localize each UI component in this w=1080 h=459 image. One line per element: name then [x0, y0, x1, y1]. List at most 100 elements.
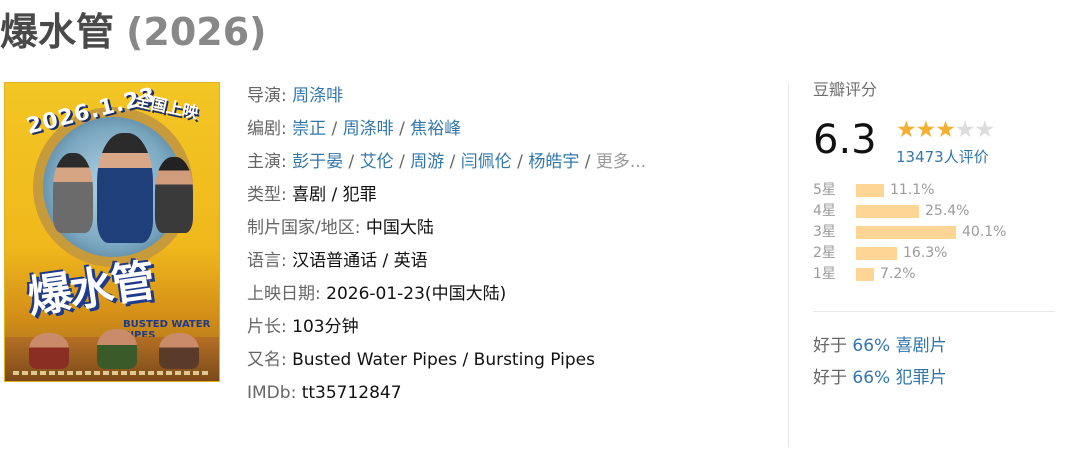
bar-percent: 16.3%: [903, 245, 948, 261]
better-than-row: 好于 66% 喜剧片: [813, 330, 1058, 362]
movie-poster[interactable]: 2026.1.23 全国上映 爆水管 BUSTED WATER PIPES: [4, 82, 220, 382]
poster-credits: [13, 371, 211, 375]
star-icon: ★: [974, 117, 996, 143]
poster-figure-bottom-3: [159, 333, 199, 369]
bar-fill: [856, 226, 956, 239]
cast-more-link[interactable]: 更多...: [596, 152, 646, 172]
vertical-divider: [788, 82, 789, 447]
aka-value: Busted Water Pipes / Bursting Pipes: [292, 350, 596, 370]
rating-distribution: 5星 11.1% 4星 25.4% 3星 40.1% 2星 16.3% 1星 7…: [813, 180, 1058, 285]
bar-row-4: 4星 25.4%: [813, 201, 1058, 222]
bar-fill: [856, 247, 897, 260]
rating-score: 6.3: [813, 117, 877, 163]
language-value: 汉语普通话 / 英语: [292, 251, 428, 271]
runtime-row: 片长: 103分钟: [247, 311, 767, 344]
director-label: 导演: [247, 86, 281, 106]
bar-fill: [856, 268, 874, 281]
country-value: 中国大陆: [365, 218, 434, 238]
cast-label: 主演: [247, 152, 281, 172]
runtime-label: 片长:: [247, 317, 287, 337]
cast-link[interactable]: 杨皓宇: [528, 152, 579, 172]
bar-label: 3星: [813, 224, 836, 240]
cast-link[interactable]: 闫佩伦: [461, 152, 512, 172]
poster-figure-bottom-1: [29, 333, 69, 369]
country-label: 制片国家/地区:: [247, 218, 361, 238]
writer-link[interactable]: 周涤啡: [343, 119, 394, 139]
bar-label: 1星: [813, 266, 836, 282]
bar-fill: [856, 205, 919, 218]
rating-stars: ★★★★★: [896, 116, 996, 144]
writer-link[interactable]: 焦裕峰: [410, 119, 461, 139]
imdb-row: IMDb: tt35712847: [247, 377, 767, 410]
release-row: 上映日期: 2026-01-23(中国大陆): [247, 278, 767, 311]
cast-link[interactable]: 艾伦: [360, 152, 394, 172]
movie-year: (2026): [126, 10, 267, 54]
poster-figure-right: [155, 157, 193, 233]
language-row: 语言: 汉语普通话 / 英语: [247, 245, 767, 278]
language-label: 语言:: [247, 251, 287, 271]
aka-label: 又名:: [247, 350, 287, 370]
poster-figure-left: [53, 153, 93, 233]
genre-value: 喜剧 / 犯罪: [292, 185, 377, 205]
bar-row-1: 1星 7.2%: [813, 264, 1058, 285]
runtime-value: 103分钟: [292, 317, 359, 337]
separator: /: [393, 152, 411, 172]
bar-percent: 7.2%: [880, 266, 916, 282]
cast-row: 主演: 彭于晏 / 艾伦 / 周游 / 闫佩伦 / 杨皓宇 / 更多...: [247, 146, 767, 179]
cast-link[interactable]: 周游: [410, 152, 444, 172]
bar-row-2: 2星 16.3%: [813, 243, 1058, 264]
separator: /: [326, 119, 343, 139]
better-prefix: 好于: [813, 368, 847, 388]
colon: :: [281, 152, 293, 172]
director-link[interactable]: 周涤啡: [292, 86, 343, 106]
colon: :: [281, 86, 293, 106]
separator: /: [343, 152, 360, 172]
separator: /: [444, 152, 461, 172]
better-than-link[interactable]: 66% 喜剧片: [852, 336, 946, 356]
poster-figure-bottom-2: [97, 329, 137, 369]
separator: /: [393, 119, 411, 139]
bar-label: 2星: [813, 245, 836, 261]
votes-link[interactable]: 13473人评价: [896, 146, 989, 167]
writer-link[interactable]: 崇正: [292, 119, 326, 139]
star-icon: ★: [935, 117, 956, 143]
separator: /: [511, 152, 529, 172]
bar-row-5: 5星 11.1%: [813, 180, 1058, 201]
aka-row: 又名: Busted Water Pipes / Bursting Pipes: [247, 344, 767, 377]
better-than-link[interactable]: 66% 犯罪片: [852, 368, 946, 388]
bar-percent: 11.1%: [890, 182, 935, 198]
release-label: 上映日期:: [247, 284, 321, 304]
genre-row: 类型: 喜剧 / 犯罪: [247, 179, 767, 212]
release-value: 2026-01-23(中国大陆): [326, 284, 507, 304]
star-icon: ★: [915, 117, 937, 143]
rating-panel: 豆瓣评分 6.3 ★★★★★ 13473人评价 5星 11.1% 4星 25.4…: [813, 78, 1058, 394]
bar-label: 5星: [813, 182, 836, 198]
imdb-value: tt35712847: [301, 383, 402, 403]
genre-label: 类型:: [247, 185, 287, 205]
star-icon: ★: [896, 117, 917, 143]
movie-info: 导演: 周涤啡 编剧: 崇正 / 周涤啡 / 焦裕峰 主演: 彭于晏 / 艾伦 …: [247, 80, 767, 410]
separator: /: [579, 152, 596, 172]
writers-label: 编剧: [247, 119, 281, 139]
bar-percent: 40.1%: [962, 224, 1007, 240]
page-title: 爆水管 (2026): [0, 6, 267, 58]
better-prefix: 好于: [813, 336, 847, 356]
bar-row-3: 3星 40.1%: [813, 222, 1058, 243]
director-row: 导演: 周涤啡: [247, 80, 767, 113]
bar-fill: [856, 184, 884, 197]
imdb-label: IMDb:: [247, 383, 297, 403]
country-row: 制片国家/地区: 中国大陆: [247, 212, 767, 245]
score-line: 6.3 ★★★★★ 13473人评价: [813, 116, 1058, 170]
colon: :: [281, 119, 293, 139]
bar-percent: 25.4%: [925, 203, 970, 219]
rating-title: 豆瓣评分: [813, 80, 878, 99]
better-than-row: 好于 66% 犯罪片: [813, 362, 1058, 394]
horizontal-divider: [813, 311, 1055, 312]
bar-label: 4星: [813, 203, 836, 219]
poster-figure-main: [97, 133, 153, 243]
poster-logo: 爆水管: [24, 255, 157, 324]
star-icon: ★: [954, 117, 976, 143]
writers-row: 编剧: 崇正 / 周涤啡 / 焦裕峰: [247, 113, 767, 146]
cast-link[interactable]: 彭于晏: [292, 152, 343, 172]
movie-title: 爆水管: [0, 10, 115, 54]
